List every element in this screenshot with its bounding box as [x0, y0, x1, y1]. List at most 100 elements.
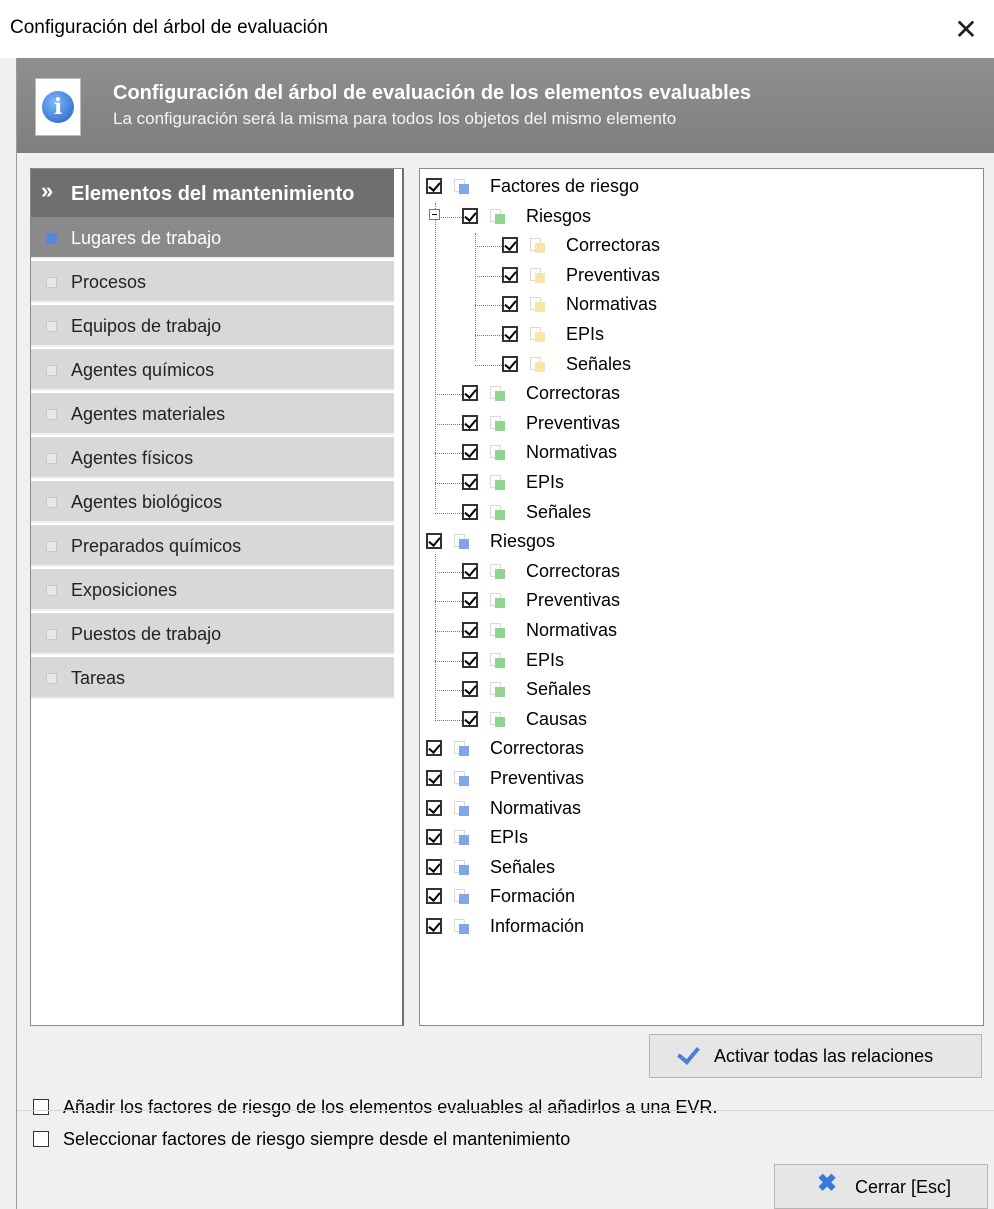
bullet-icon [46, 453, 57, 464]
tree-node[interactable]: Factores de riesgo [420, 173, 980, 203]
sidebar-item-label: Agentes biológicos [71, 492, 223, 512]
tree-node-label: Preventivas [526, 412, 621, 433]
tree-node[interactable]: Riesgos [420, 203, 980, 233]
sidebar-item[interactable]: Puestos de trabajo [31, 613, 394, 655]
panel-header-label: Elementos del mantenimiento [71, 183, 355, 205]
checkmark-icon [677, 1041, 700, 1065]
tree-checkbox[interactable] [426, 799, 442, 816]
node-icon [454, 919, 469, 934]
tree-checkbox[interactable] [426, 858, 442, 875]
tree-checkbox[interactable] [462, 562, 478, 579]
bullet-icon [46, 541, 57, 552]
sidebar-item[interactable]: Equipos de trabajo [31, 305, 394, 347]
tree-node[interactable]: Correctoras [420, 735, 980, 765]
tree-checkbox[interactable] [462, 622, 478, 638]
tree-node-label: Señales [526, 679, 592, 700]
tree-checkbox[interactable] [462, 444, 478, 461]
tree-checkbox[interactable] [462, 385, 478, 402]
tree-checkbox[interactable] [462, 474, 478, 490]
sidebar-item-label: Equipos de trabajo [71, 316, 222, 336]
tree-node[interactable]: EPIs [420, 647, 980, 677]
tree-node[interactable]: Correctoras [420, 380, 980, 410]
node-icon [530, 297, 545, 313]
title-bar: Configuración del árbol de evaluación ✕ [0, 0, 994, 58]
tree-node[interactable]: Señales [420, 499, 980, 529]
close-button[interactable]: ✖ Cerrar [Esc] [774, 1164, 988, 1209]
checkbox[interactable] [33, 1099, 49, 1115]
tree-checkbox[interactable] [426, 888, 442, 905]
tree-node[interactable]: Preventivas [420, 587, 980, 617]
sidebar-item[interactable]: Tareas [31, 657, 394, 699]
bullet-icon [46, 497, 57, 508]
tree-node-label: Correctoras [490, 738, 585, 759]
tree-checkbox[interactable] [462, 503, 478, 520]
tree-checkbox[interactable] [462, 681, 478, 698]
tree-checkbox[interactable] [502, 355, 518, 372]
tree-checkbox[interactable] [462, 414, 478, 431]
tree-node[interactable]: Señales [420, 351, 980, 381]
tree-checkbox[interactable] [426, 740, 442, 757]
sidebar-item-label: Agentes físicos [71, 448, 194, 468]
sidebar-item[interactable]: Exposiciones [31, 569, 394, 611]
tree-node[interactable]: Formación [420, 883, 980, 913]
close-x-icon: ✖ [817, 1170, 838, 1197]
evaluation-tree[interactable]: Factores de riesgo Riesgos Correctoras Prev… [419, 168, 984, 1026]
tree-node[interactable]: Riesgos [420, 528, 980, 558]
collapse-icon[interactable] [429, 209, 440, 220]
tree-node[interactable]: Normativas [420, 795, 980, 825]
tree-checkbox[interactable] [426, 533, 442, 550]
tree-node[interactable]: Causas [420, 706, 980, 736]
option-label: Añadir los factores de riesgo de los ele… [63, 1097, 718, 1117]
sidebar-item[interactable]: Agentes materiales [31, 393, 394, 435]
sidebar-item[interactable]: Procesos [31, 261, 394, 303]
info-icon: i [35, 78, 81, 136]
tree-node[interactable]: Señales [420, 854, 980, 884]
tree-node[interactable]: Preventivas [420, 765, 980, 795]
tree-node[interactable]: EPIs [420, 469, 980, 499]
node-icon [490, 445, 505, 461]
tree-checkbox[interactable] [462, 207, 478, 224]
tree-node-label: Preventivas [566, 264, 661, 285]
tree-node[interactable]: Información [420, 913, 980, 943]
tree-checkbox[interactable] [462, 592, 478, 609]
sidebar-item[interactable]: Agentes biológicos [31, 481, 394, 523]
tree-node-label: Causas [526, 708, 588, 729]
tree-node-label: Riesgos [526, 205, 592, 226]
tree-checkbox[interactable] [502, 296, 518, 313]
checkbox[interactable] [33, 1131, 49, 1147]
tree-node[interactable]: EPIs [420, 824, 980, 854]
sidebar-item-label: Procesos [71, 272, 147, 292]
tree-node[interactable]: Normativas [420, 291, 980, 321]
tree-node-label: EPIs [526, 472, 565, 492]
close-icon[interactable]: ✕ [946, 10, 986, 50]
tree-node[interactable]: Normativas [420, 617, 980, 647]
tree-node[interactable]: Correctoras [420, 232, 980, 262]
node-icon [530, 238, 545, 254]
tree-checkbox[interactable] [462, 651, 478, 668]
window-title: Configuración del árbol de evaluación [10, 17, 328, 38]
tree-node[interactable]: Señales [420, 676, 980, 706]
tree-node[interactable]: Normativas [420, 439, 980, 469]
tree-checkbox[interactable] [502, 237, 518, 254]
tree-checkbox[interactable] [426, 829, 442, 846]
activate-all-relations-button[interactable]: Activar todas las relaciones [649, 1034, 982, 1078]
tree-node-label: Normativas [526, 442, 618, 463]
bullet-icon [46, 365, 57, 376]
sidebar-item[interactable]: Agentes físicos [31, 437, 394, 479]
tree-checkbox[interactable] [502, 266, 518, 283]
tree-node[interactable]: Preventivas [420, 410, 980, 440]
node-icon [490, 475, 505, 490]
tree-checkbox[interactable] [502, 326, 518, 342]
tree-node[interactable]: Correctoras [420, 558, 980, 588]
tree-checkbox[interactable] [426, 918, 442, 934]
tree-node[interactable]: Preventivas [420, 262, 980, 292]
tree-node-label: Correctoras [566, 235, 661, 256]
tree-node[interactable]: EPIs [420, 321, 980, 351]
tree-checkbox[interactable] [426, 770, 442, 786]
sidebar-item[interactable]: Lugares de trabajo [31, 217, 394, 259]
tree-checkbox[interactable] [426, 178, 442, 194]
sidebar-item[interactable]: Agentes químicos [31, 349, 394, 391]
bullet-icon [46, 233, 57, 244]
sidebar-item[interactable]: Preparados químicos [31, 525, 394, 567]
tree-checkbox[interactable] [462, 710, 478, 727]
